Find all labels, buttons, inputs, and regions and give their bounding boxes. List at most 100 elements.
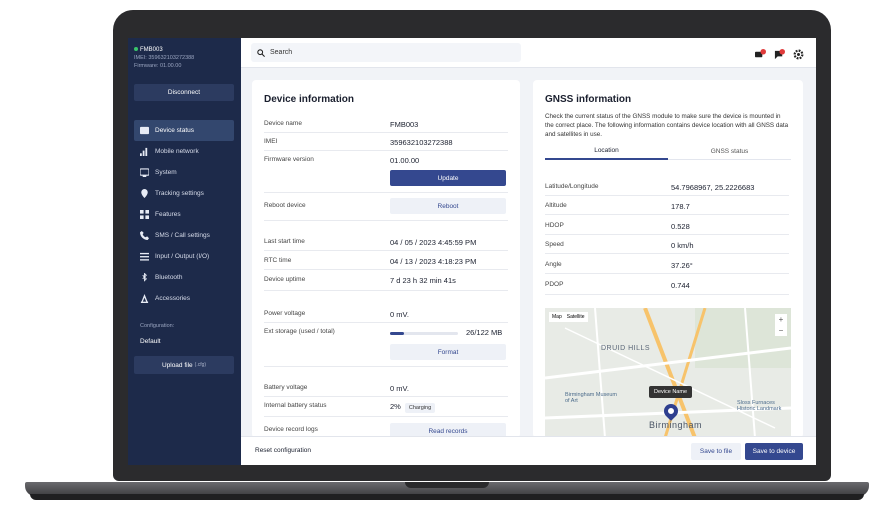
divider bbox=[545, 195, 789, 196]
firmware-label: Firmware version bbox=[264, 156, 314, 163]
zoom-out-button[interactable]: − bbox=[775, 325, 787, 336]
sidebar-item-label: Accessories bbox=[155, 295, 191, 302]
reset-configuration-button[interactable]: Reset configuration bbox=[255, 447, 311, 454]
firmware-value: 01.00.00 bbox=[390, 156, 420, 165]
storage-progress-fill bbox=[390, 332, 405, 335]
divider bbox=[264, 290, 508, 291]
sidebar-item-system[interactable]: System bbox=[134, 162, 234, 183]
update-button[interactable]: Update bbox=[390, 170, 506, 186]
gnss-description: Check the current status of the GNSS mod… bbox=[545, 113, 789, 138]
device-imei: IMEI: 359632103272388 bbox=[134, 55, 195, 61]
battery-voltage-value: 0 mV. bbox=[390, 384, 409, 393]
online-status-icon bbox=[134, 47, 138, 51]
last-start-value: 04 / 05 / 2023 4:45:59 PM bbox=[390, 238, 477, 247]
device-map-tooltip: Device Name bbox=[649, 386, 693, 398]
map-label-druid-hills: DRUID HILLS bbox=[601, 345, 651, 352]
tab-gnss-status[interactable]: GNSS status bbox=[668, 142, 791, 160]
location-map[interactable]: Map Satellite + − DRUID HILLS Birmingham… bbox=[545, 308, 791, 438]
divider bbox=[264, 366, 508, 367]
sidebar-item-device-status[interactable]: Device status bbox=[134, 120, 234, 141]
battery-voltage-label: Battery voltage bbox=[264, 384, 308, 391]
grid-icon bbox=[140, 210, 149, 219]
upload-file-hint: (.cfg) bbox=[194, 362, 207, 368]
save-to-file-button[interactable]: Save to file bbox=[691, 443, 741, 460]
sidebar-nav: Device status Mobile network System Trac… bbox=[134, 120, 234, 309]
divider bbox=[264, 132, 508, 133]
top-icons bbox=[755, 47, 804, 60]
map-type-satellite[interactable]: Satellite bbox=[567, 314, 585, 320]
sidebar-item-bluetooth[interactable]: Bluetooth bbox=[134, 267, 234, 288]
storage-label: Ext storage (used / total) bbox=[264, 328, 335, 335]
signal-bars-icon bbox=[140, 147, 148, 156]
divider bbox=[264, 269, 508, 270]
battery-status-label: Internal battery status bbox=[264, 402, 327, 409]
configuration-value: Default bbox=[140, 338, 161, 345]
device-status-icon bbox=[140, 126, 149, 135]
divider bbox=[264, 150, 508, 151]
power-voltage-label: Power voltage bbox=[264, 310, 306, 317]
map-type-toggle[interactable]: Map Satellite bbox=[549, 312, 588, 322]
notification-alert-icon[interactable] bbox=[755, 47, 766, 58]
gnss-row-label: Speed bbox=[545, 241, 564, 248]
storage-value: 26/122 MB bbox=[466, 328, 503, 337]
gnss-row: PDOP 0.744 bbox=[545, 281, 791, 290]
imei-value: 359632103272388 bbox=[390, 138, 453, 147]
sidebar-item-io[interactable]: Input / Output (I/O) bbox=[134, 246, 234, 267]
save-to-device-button[interactable]: Save to device bbox=[745, 443, 803, 460]
message-alert-icon[interactable] bbox=[774, 47, 785, 60]
laptop-notch bbox=[405, 482, 489, 488]
last-start-label: Last start time bbox=[264, 238, 305, 245]
gnss-row-label: PDOP bbox=[545, 281, 564, 288]
device-firmware: Firmware: 01.00.00 bbox=[134, 63, 182, 69]
map-zoom-controls: + − bbox=[775, 314, 787, 336]
charging-badge: Charging bbox=[404, 403, 436, 413]
sidebar-item-label: Bluetooth bbox=[155, 274, 183, 281]
map-type-map[interactable]: Map bbox=[552, 314, 562, 320]
tab-location[interactable]: Location bbox=[545, 142, 668, 160]
zoom-in-button[interactable]: + bbox=[775, 314, 787, 325]
storage-progress-bar bbox=[390, 332, 458, 335]
sidebar-item-label: System bbox=[155, 169, 177, 176]
gnss-tabs: Location GNSS status bbox=[545, 142, 791, 160]
gnss-row-value: 178.7 bbox=[671, 202, 690, 211]
device-header: FMB003 IMEI: 359632103272388 Firmware: 0… bbox=[134, 46, 194, 70]
footer-bar: Reset configuration Save to file Save to… bbox=[241, 436, 816, 465]
top-bar: Search bbox=[241, 38, 816, 68]
rtc-value: 04 / 13 / 2023 4:18:23 PM bbox=[390, 257, 477, 266]
gnss-row: Angle 37.26° bbox=[545, 261, 791, 270]
divider bbox=[545, 273, 789, 274]
gear-icon[interactable] bbox=[793, 47, 804, 60]
sidebar-item-features[interactable]: Features bbox=[134, 204, 234, 225]
gnss-row-label: Altitude bbox=[545, 202, 567, 209]
gnss-row-value: 0 km/h bbox=[671, 241, 694, 250]
upload-file-button[interactable]: Upload file (.cfg) bbox=[134, 356, 234, 374]
gnss-title: GNSS information bbox=[545, 94, 632, 105]
divider bbox=[264, 192, 508, 193]
device-name-label: Device name bbox=[264, 120, 302, 127]
divider bbox=[545, 234, 789, 235]
sidebar-item-sms-call[interactable]: SMS / Call settings bbox=[134, 225, 234, 246]
app-screen: FMB003 IMEI: 359632103272388 Firmware: 0… bbox=[128, 38, 816, 465]
search-input[interactable]: Search bbox=[251, 43, 521, 62]
divider bbox=[264, 220, 508, 221]
gnss-row: Latitude/Longitude 54.7968967, 25.222668… bbox=[545, 183, 791, 192]
disconnect-button[interactable]: Disconnect bbox=[134, 84, 234, 101]
sidebar-item-label: SMS / Call settings bbox=[155, 232, 210, 239]
phone-icon bbox=[140, 231, 149, 240]
divider bbox=[545, 253, 789, 254]
reboot-button[interactable]: Reboot bbox=[390, 198, 506, 214]
gnss-row: Speed 0 km/h bbox=[545, 241, 791, 250]
sidebar-item-label: Device status bbox=[155, 127, 195, 134]
sidebar-item-mobile-network[interactable]: Mobile network bbox=[134, 141, 234, 162]
gnss-row-value: 54.7968967, 25.2226683 bbox=[671, 183, 755, 192]
sidebar-item-accessories[interactable]: Accessories bbox=[134, 288, 234, 309]
reboot-label: Reboot device bbox=[264, 202, 306, 209]
battery-percent: 2% bbox=[390, 402, 401, 411]
format-button[interactable]: Format bbox=[390, 344, 506, 360]
bluetooth-icon bbox=[142, 273, 147, 282]
map-label-city: Birmingham bbox=[649, 420, 703, 430]
divider bbox=[264, 250, 508, 251]
divider bbox=[264, 416, 508, 417]
sidebar-item-tracking-settings[interactable]: Tracking settings bbox=[134, 183, 234, 204]
gnss-row: HDOP 0.528 bbox=[545, 222, 791, 231]
